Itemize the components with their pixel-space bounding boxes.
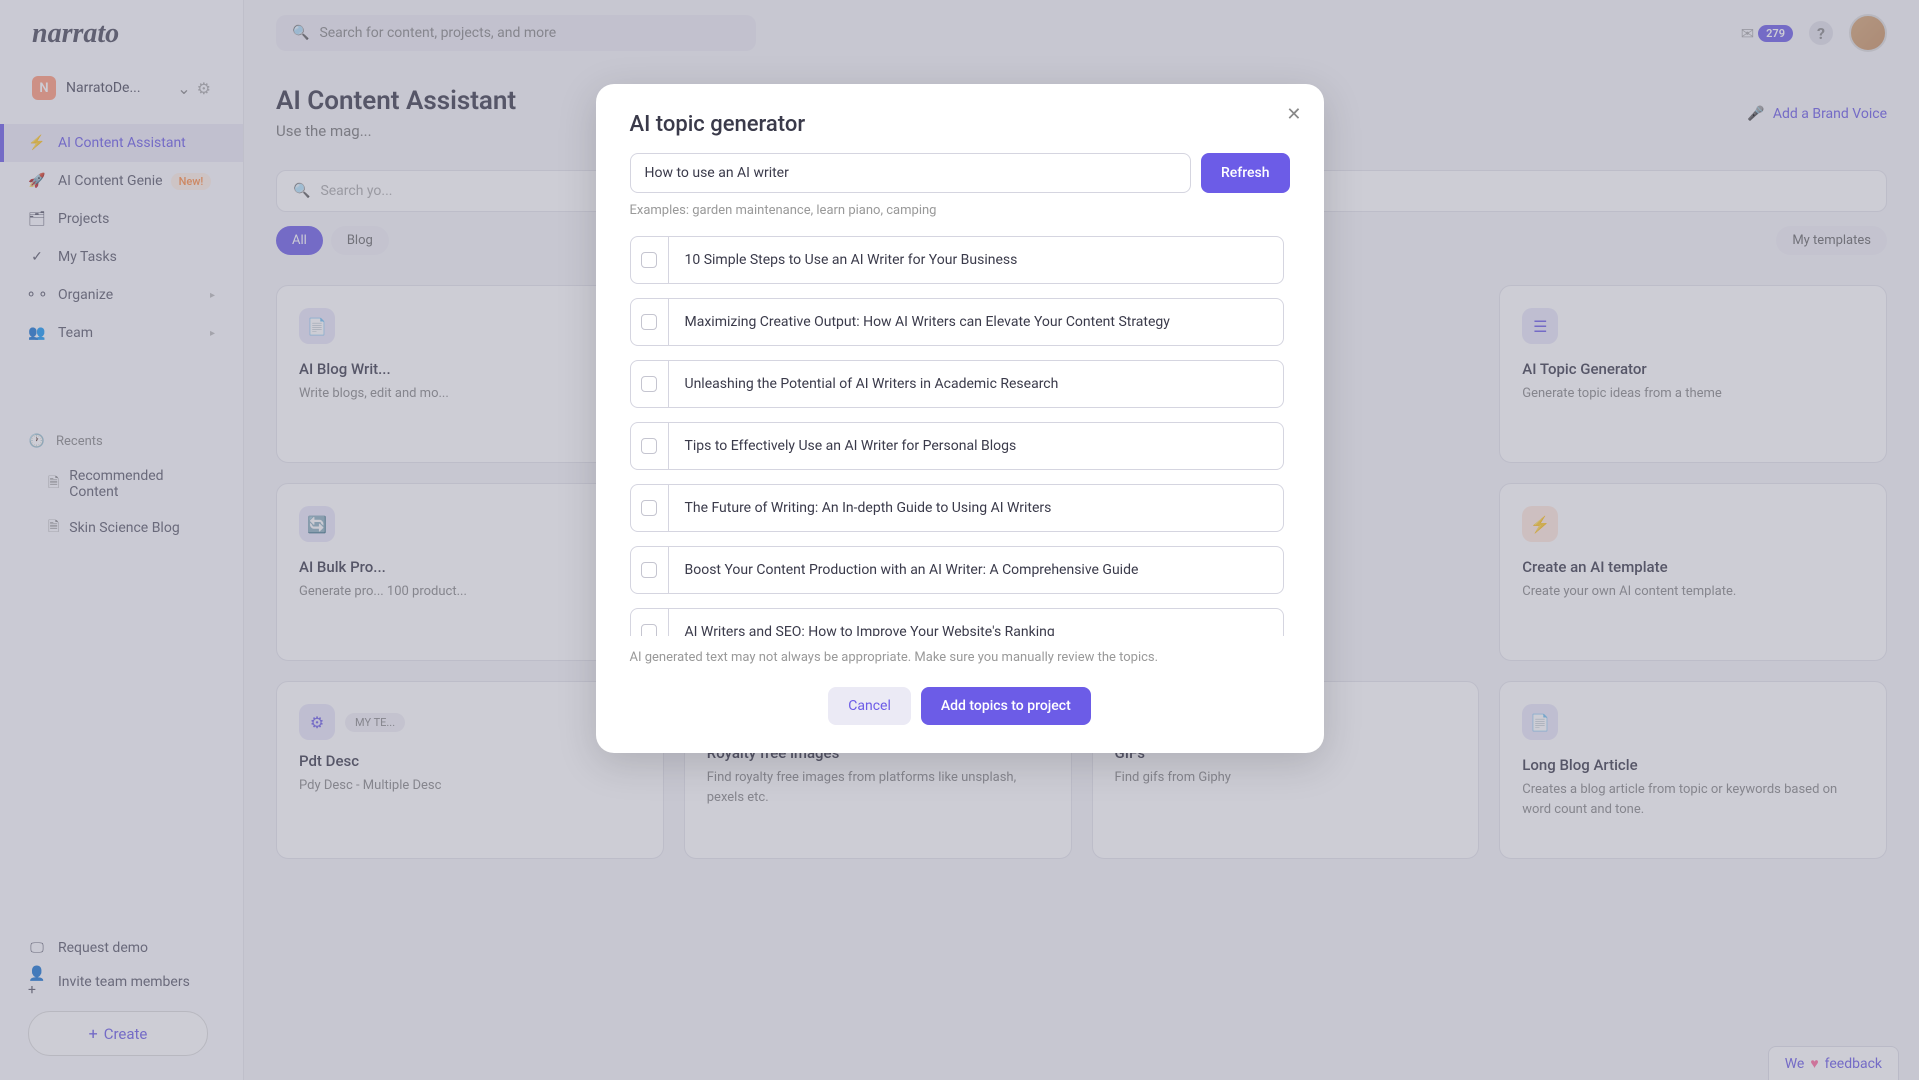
topic-checkbox[interactable]: [631, 423, 669, 469]
topic-item[interactable]: 10 Simple Steps to Use an AI Writer for …: [630, 236, 1284, 284]
topic-item[interactable]: AI Writers and SEO: How to Improve Your …: [630, 608, 1284, 636]
examples-text: Examples: garden maintenance, learn pian…: [630, 203, 1290, 218]
topic-text: Unleashing the Potential of AI Writers i…: [669, 361, 1283, 407]
close-button[interactable]: ✕: [1286, 104, 1301, 125]
topic-checkbox[interactable]: [631, 609, 669, 636]
topic-text: Maximizing Creative Output: How AI Write…: [669, 299, 1283, 345]
refresh-button[interactable]: Refresh: [1201, 153, 1290, 193]
topic-text: AI Writers and SEO: How to Improve Your …: [669, 609, 1283, 636]
topic-text: Tips to Effectively Use an AI Writer for…: [669, 423, 1283, 469]
topic-item[interactable]: Maximizing Creative Output: How AI Write…: [630, 298, 1284, 346]
topic-text: 10 Simple Steps to Use an AI Writer for …: [669, 237, 1283, 283]
topic-text: The Future of Writing: An In-depth Guide…: [669, 485, 1283, 531]
topic-item[interactable]: The Future of Writing: An In-depth Guide…: [630, 484, 1284, 532]
topic-checkbox[interactable]: [631, 485, 669, 531]
topic-checkbox[interactable]: [631, 299, 669, 345]
topic-item[interactable]: Tips to Effectively Use an AI Writer for…: [630, 422, 1284, 470]
topic-text: Boost Your Content Production with an AI…: [669, 547, 1283, 593]
topic-checkbox[interactable]: [631, 547, 669, 593]
modal-actions: Cancel Add topics to project: [630, 687, 1290, 725]
topic-item[interactable]: Boost Your Content Production with an AI…: [630, 546, 1284, 594]
topic-checkbox[interactable]: [631, 361, 669, 407]
add-topics-button[interactable]: Add topics to project: [921, 687, 1091, 725]
topic-input[interactable]: [630, 153, 1191, 193]
topics-list[interactable]: 10 Simple Steps to Use an AI Writer for …: [630, 236, 1290, 636]
topic-checkbox[interactable]: [631, 237, 669, 283]
modal-title: AI topic generator: [630, 112, 1290, 137]
input-row: Refresh: [630, 153, 1290, 193]
topic-item[interactable]: Unleashing the Potential of AI Writers i…: [630, 360, 1284, 408]
cancel-button[interactable]: Cancel: [828, 687, 911, 725]
topic-generator-modal: ✕ AI topic generator Refresh Examples: g…: [596, 84, 1324, 753]
disclaimer-text: AI generated text may not always be appr…: [630, 650, 1290, 665]
